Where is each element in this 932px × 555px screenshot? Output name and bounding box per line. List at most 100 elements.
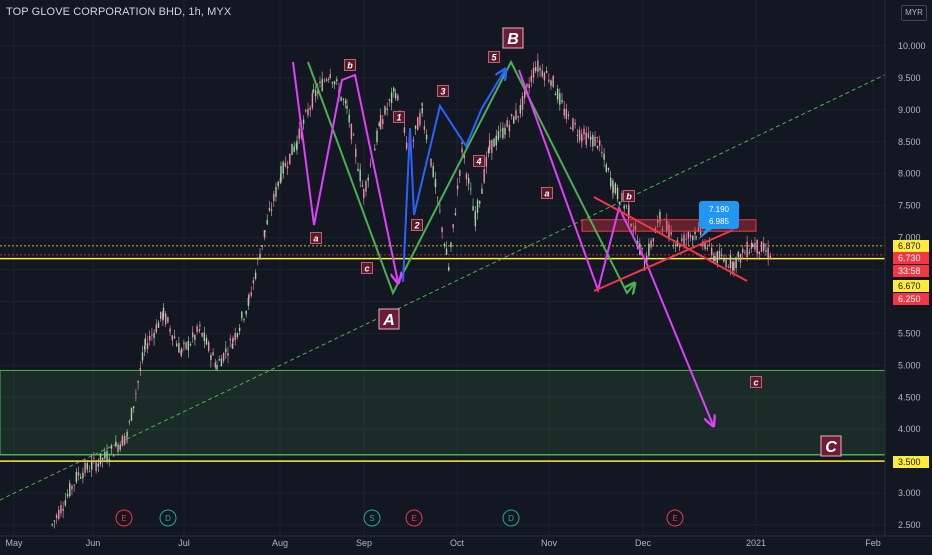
candle-body [88,471,91,472]
candle-body [53,520,56,522]
candle-body [86,463,88,470]
candle-body [257,258,259,260]
candle-body [563,108,565,116]
candle-body [69,483,71,497]
candle-body [570,127,572,129]
grid-lines [0,0,885,536]
wave-label: c [361,262,373,274]
candle-body [160,311,162,319]
candle-body [572,118,574,131]
candle-body [607,168,610,171]
candle-body [543,72,546,81]
candle-body [681,238,683,241]
price-tick-label: 10.000 [898,41,926,51]
candle-body [352,134,355,136]
candle-body [167,317,169,323]
wave-label-text: b [347,61,353,71]
time-tick-label: Jul [178,538,190,548]
candle-body [723,259,725,262]
candle-body [614,183,617,193]
candle-body [504,127,506,135]
candle-body [397,95,399,101]
candle-body [619,202,621,206]
candle-body [254,272,257,279]
candle-body [259,253,261,260]
candle-body [414,125,417,129]
candle-body [346,105,348,109]
chart-root[interactable]: 7.190 6.985 B A C 5 b 3 1 4 a 2 c a b c E D S E D E 10.000 9.50… [0,0,932,550]
candle-body [115,441,117,447]
candle-body [565,109,568,119]
candle-body [185,342,187,349]
candle-body [280,166,282,182]
candle-body [236,333,239,338]
candle-body [95,462,97,471]
candle-body [706,247,708,249]
candle-body [218,359,220,361]
candle-body [718,250,721,260]
candle-body [60,505,62,514]
candle-body [268,207,271,211]
countdown-label: 33:58 [893,265,929,277]
candle-body [146,343,149,350]
candle-body [165,313,167,325]
candle-body [369,164,372,166]
price-chart[interactable]: 7.190 6.985 B A C 5 b 3 1 4 a 2 c a b c E D S E D E 10.000 9.50… [0,0,932,550]
candle-body [765,250,767,252]
candle-body [537,60,539,72]
candle-body [261,245,263,247]
event-marker: S [363,509,381,527]
candle-body [603,153,605,160]
candle-body [73,484,75,486]
candle-body [199,324,201,327]
candle-body [670,232,672,235]
currency-button[interactable]: MYR [901,5,927,21]
candle-body [506,120,508,127]
price-tick-label: 9.500 [898,73,921,83]
candle-body [130,407,133,421]
candle-body [559,92,561,105]
candle-body [394,93,397,99]
candle-body [752,244,754,248]
candle-body [405,142,408,149]
candle-body [528,84,530,88]
candle-body [264,230,266,233]
candle-body [376,130,378,143]
candle-body [735,257,737,268]
candle-body [432,165,434,177]
candle-body [208,342,210,351]
candle-body [502,127,504,139]
candle-body [277,181,279,187]
wave-label-text: a [313,234,318,244]
wave-label-text: A [382,312,395,329]
candle-body [293,146,295,152]
candle-body [169,328,171,333]
candle-body [110,445,113,449]
candle-body [229,338,231,341]
candle-body [521,96,524,110]
candle-body [610,177,612,187]
wave-label-text: 4 [475,157,481,167]
candle-body [234,332,236,341]
wave-label: b [344,59,356,71]
candle-body [470,188,472,190]
price-tick-label: 2.500 [898,520,921,530]
candle-body [270,209,273,211]
candle-body [539,68,541,71]
candle-body [329,74,331,78]
candle-body [296,140,298,150]
candle-body [203,332,205,342]
candle-body [481,188,483,194]
candle-body [386,108,388,111]
candle-body [97,463,99,467]
candle-body [556,88,559,100]
candle-body [567,114,570,116]
candle-body [84,462,86,473]
candle-body [187,340,189,351]
candle-body [692,235,694,241]
candle-body [348,114,350,123]
candle-body [384,106,386,115]
candle-body [135,393,137,395]
event-marker: D [159,509,177,527]
candle-body [739,254,742,263]
